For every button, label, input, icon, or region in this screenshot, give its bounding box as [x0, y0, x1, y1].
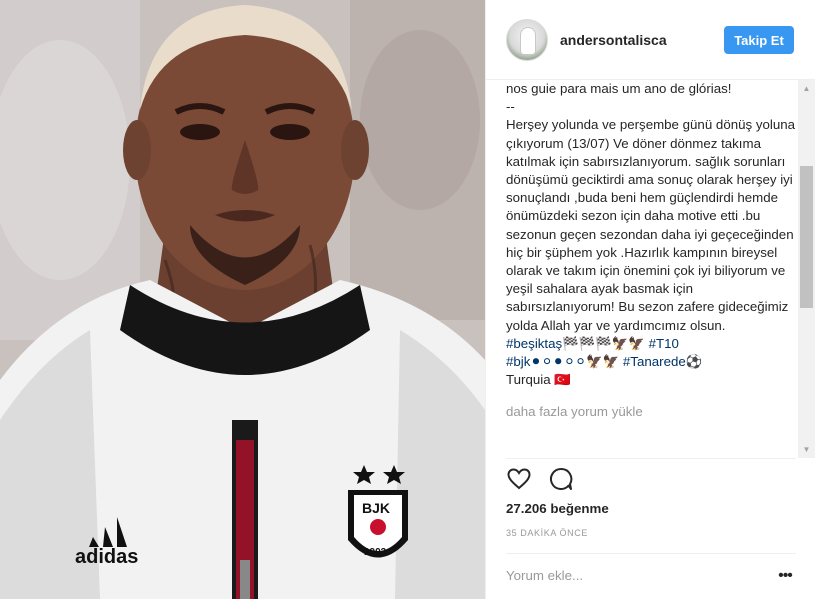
caption-text: nos guie para mais um ano de glórias! --… — [506, 81, 796, 333]
post-timestamp[interactable]: 35 DAKİKA ÖNCE — [506, 528, 588, 538]
player-photo-illustration: adidas BJK 1903 — [0, 0, 485, 599]
post-photo[interactable]: adidas BJK 1903 — [0, 0, 485, 599]
action-bar — [506, 466, 574, 492]
divider — [506, 458, 796, 459]
load-more-comments-link[interactable]: daha fazla yorum yükle — [506, 403, 796, 421]
more-options-icon[interactable]: ••• — [774, 567, 796, 584]
comment-input[interactable] — [506, 568, 774, 583]
scroll-up-arrow-icon[interactable]: ▲ — [798, 80, 815, 97]
avatar[interactable] — [506, 18, 548, 61]
username[interactable]: andersontalisca — [560, 32, 667, 48]
hashtags-line-2[interactable]: #bjk⚫⚪⚫⚪⚪🦅🦅 #Tanarede⚽ — [506, 353, 796, 371]
comment-bubble-icon[interactable] — [548, 466, 574, 492]
comment-form: ••• — [506, 553, 796, 597]
svg-text:adidas: adidas — [75, 546, 138, 568]
caption-area: nos guie para mais um ano de glórias! --… — [506, 80, 796, 458]
post-header: andersontalisca Takip Et — [486, 0, 815, 80]
heart-icon[interactable] — [506, 466, 532, 492]
scroll-thumb[interactable] — [800, 166, 813, 308]
likes-count[interactable]: 27.206 beğenme — [506, 501, 609, 516]
svg-text:1903: 1903 — [364, 547, 387, 558]
scroll-down-arrow-icon[interactable]: ▼ — [798, 441, 815, 458]
hashtags-line-1[interactable]: #beşiktaş🏁🏁🏁🦅🦅 #T10 — [506, 335, 796, 353]
scrollbar[interactable]: ▲ ▼ — [798, 80, 815, 458]
follow-button[interactable]: Takip Et — [724, 26, 794, 54]
svg-text:BJK: BJK — [362, 500, 390, 516]
location-text: Turquia 🇹🇷 — [506, 372, 571, 388]
post-sidebar: andersontalisca Takip Et nos guie para m… — [485, 0, 815, 599]
